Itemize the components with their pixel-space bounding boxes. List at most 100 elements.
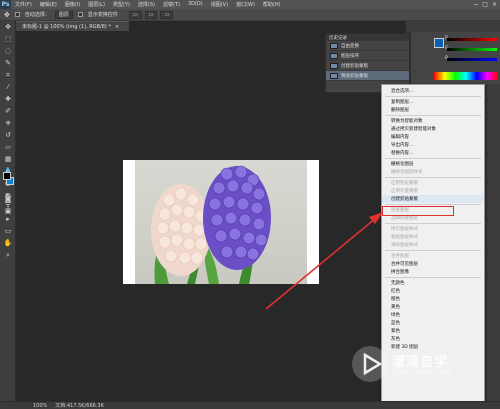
annotation-highlight-box	[382, 206, 454, 216]
context-menu-item[interactable]: 蓝色	[382, 319, 484, 327]
maximize-button[interactable]: □	[482, 1, 488, 8]
history-thumb-icon	[330, 62, 338, 69]
history-row-label: 自由变换	[341, 43, 359, 49]
context-menu-item[interactable]: 绿色	[382, 311, 484, 319]
history-row[interactable]: 创建剪贴蒙版	[326, 61, 409, 71]
menu-item[interactable]: 选择(S)	[134, 1, 159, 8]
auto-select-dropdown[interactable]: 图层	[54, 10, 73, 19]
menu-separator	[385, 96, 481, 97]
watermark-url: ZIXUE.3D66.COM	[392, 370, 452, 377]
context-menu-item[interactable]: 混合选项...	[382, 87, 484, 95]
create-clipping-mask-item[interactable]: 创建剪贴蒙版	[382, 195, 484, 203]
color-spectrum[interactable]	[434, 72, 498, 80]
crop-icon[interactable]: ⌗	[1, 69, 15, 81]
b-slider[interactable]	[447, 58, 497, 61]
quick-mask-icon[interactable]: ◙	[1, 193, 15, 205]
history-row-label: 图层排序	[341, 53, 359, 59]
context-menu-item[interactable]: 灰色	[382, 335, 484, 343]
hyacinth-photo	[135, 160, 307, 284]
photoshop-logo: Ps	[0, 0, 11, 9]
align-buttons: ▭ ▭ ▭	[128, 10, 174, 19]
move-icon[interactable]: ✥	[1, 21, 15, 33]
history-row-label: 创建剪贴蒙版	[341, 63, 368, 69]
menu-separator	[385, 115, 481, 116]
context-menu-item[interactable]: 转换为智能对象	[382, 117, 484, 125]
context-menu-item[interactable]: 通过拷贝新建智能对象	[382, 125, 484, 133]
watermark-text: 溜溜自学 ZIXUE.3D66.COM	[392, 351, 451, 377]
document-tab-title: 未标题-1 @ 100% (img (1), RGB/8) *	[22, 24, 111, 30]
align-bottom-icon[interactable]: ▭	[160, 10, 174, 19]
brush-icon[interactable]: ✐	[1, 105, 15, 117]
menu-item[interactable]: 文件(F)	[11, 1, 36, 8]
foreground-color-swatch[interactable]	[3, 172, 11, 180]
shape-icon[interactable]: ▭	[1, 225, 15, 237]
menu-separator	[385, 277, 481, 278]
screen-mode-icon[interactable]: ▣	[1, 205, 15, 217]
context-menu-item[interactable]: 紫色	[382, 327, 484, 335]
eyedropper-icon[interactable]: ⁄	[1, 81, 15, 93]
move-tool-icon[interactable]: ✥	[4, 11, 10, 19]
menu-bar: Ps 文件(F) 编辑(E) 图像(I) 图层(L) 类型(Y) 选择(S) 滤镜(T) 3D…	[0, 0, 500, 9]
hand-icon[interactable]: ✋	[1, 237, 15, 249]
menu-separator	[385, 158, 481, 159]
menu-items: 文件(F) 编辑(E) 图像(I) 图层(L) 类型(Y) 选择(S) 滤镜(T) 3D(D)…	[11, 1, 285, 8]
align-middle-icon[interactable]: ▭	[144, 10, 158, 19]
menu-item[interactable]: 编辑(E)	[36, 1, 61, 8]
document-canvas[interactable]	[123, 160, 319, 284]
status-bar: 100% 文档:417.5K/666.3K	[0, 401, 500, 409]
history-row[interactable]: 图层排序	[326, 51, 409, 61]
context-menu-item[interactable]: 拼合图像	[382, 268, 484, 276]
healing-brush-icon[interactable]: ✚	[1, 93, 15, 105]
history-brush-icon[interactable]: ↺	[1, 129, 15, 141]
lasso-icon[interactable]: ◌	[1, 45, 15, 57]
minimize-button[interactable]: −	[473, 1, 478, 8]
watermark-title: 溜溜自学	[392, 355, 449, 370]
menu-item[interactable]: 帮助(H)	[259, 1, 285, 8]
marquee-icon[interactable]: ⬚	[1, 33, 15, 45]
clone-stamp-icon[interactable]: ⎈	[1, 117, 15, 129]
context-menu-item[interactable]: 栅格化图层	[382, 160, 484, 168]
context-menu-item[interactable]: 黄色	[382, 303, 484, 311]
auto-select-checkbox[interactable]	[14, 12, 20, 17]
watermark: 溜溜自学 ZIXUE.3D66.COM	[352, 343, 484, 385]
quick-select-icon[interactable]: ✎	[1, 57, 15, 69]
zoom-icon[interactable]: ⌕	[1, 249, 15, 261]
context-menu-item[interactable]: 合并可见图层	[382, 260, 484, 268]
document-tab[interactable]: 未标题-1 @ 100% (img (1), RGB/8) * ×	[16, 21, 129, 31]
context-menu-item: 清除图层样式	[391, 243, 418, 248]
align-top-icon[interactable]: ▭	[128, 10, 142, 19]
history-row[interactable]: 自由变换	[326, 41, 409, 51]
show-transform-checkbox[interactable]	[77, 12, 83, 17]
context-menu-item: 启用图层蒙版	[391, 181, 418, 186]
menu-item[interactable]: 图层(L)	[84, 1, 109, 8]
context-menu-item[interactable]: 导出内容...	[382, 141, 484, 149]
menu-item[interactable]: 3D(D)	[184, 1, 207, 8]
menu-item[interactable]: 滤镜(T)	[159, 1, 184, 8]
context-menu-item[interactable]: 替换内容...	[382, 149, 484, 157]
context-menu-item[interactable]: 编辑内容	[382, 133, 484, 141]
context-menu-item: 粘贴图层样式	[391, 235, 418, 240]
history-thumb-icon	[330, 42, 338, 49]
close-button[interactable]: ×	[492, 1, 497, 8]
context-menu-item[interactable]: 删除图层	[382, 106, 484, 114]
context-menu-item[interactable]: 无颜色	[382, 279, 484, 287]
menu-item[interactable]: 图像(I)	[61, 1, 84, 8]
eraser-icon[interactable]: ▱	[1, 141, 15, 153]
context-menu-item[interactable]: 红色	[382, 287, 484, 295]
history-row[interactable]: 释放剪贴蒙版	[326, 71, 409, 81]
gradient-icon[interactable]: ▦	[1, 153, 15, 165]
menu-separator	[385, 223, 481, 224]
g-slider[interactable]	[447, 48, 497, 51]
menu-item[interactable]: 类型(Y)	[109, 1, 134, 8]
r-slider[interactable]	[447, 38, 497, 41]
zoom-level[interactable]: 100%	[33, 403, 47, 409]
context-menu-item[interactable]: 橙色	[382, 295, 484, 303]
close-tab-icon[interactable]: ×	[115, 24, 119, 30]
menu-item[interactable]: 窗口(W)	[232, 1, 259, 8]
context-menu-item[interactable]: 复制图层...	[382, 98, 484, 106]
menu-item[interactable]: 视图(V)	[207, 1, 232, 8]
history-thumb-icon	[330, 72, 338, 79]
menu-separator	[385, 250, 481, 251]
context-menu-item: 拷贝图层样式	[391, 227, 418, 232]
color-panel-swatch[interactable]	[434, 38, 444, 48]
